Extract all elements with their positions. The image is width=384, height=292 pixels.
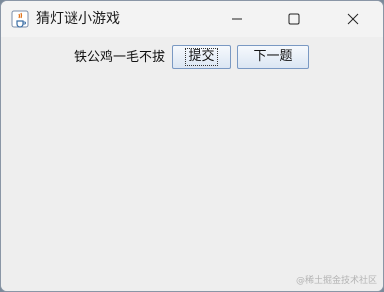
java-app-icon[interactable]	[11, 10, 29, 28]
minimize-icon	[232, 18, 242, 20]
next-question-label: 下一题	[253, 49, 293, 64]
submit-label: 提交	[185, 48, 218, 66]
riddle-row: 铁公鸡一毛不拔 提交 下一题	[1, 45, 383, 71]
watermark-text: @稀土掘金技术社区	[295, 276, 377, 286]
maximize-icon	[288, 13, 300, 25]
content-panel: 铁公鸡一毛不拔 提交 下一题 @稀土掘金技术社区	[1, 37, 383, 291]
close-button[interactable]	[330, 1, 376, 37]
riddle-label: 铁公鸡一毛不拔	[74, 50, 166, 65]
app-window: 猜灯谜小游戏 铁公鸡一毛不拔 提交 下一题 @稀土掘金技术社区	[0, 0, 384, 292]
maximize-button[interactable]	[271, 1, 317, 37]
next-question-button[interactable]: 下一题	[237, 45, 309, 69]
submit-button[interactable]: 提交	[172, 45, 231, 69]
title-bar[interactable]: 猜灯谜小游戏	[1, 1, 383, 37]
minimize-button[interactable]	[214, 1, 260, 37]
window-title: 猜灯谜小游戏	[36, 11, 120, 27]
close-icon	[347, 13, 359, 25]
